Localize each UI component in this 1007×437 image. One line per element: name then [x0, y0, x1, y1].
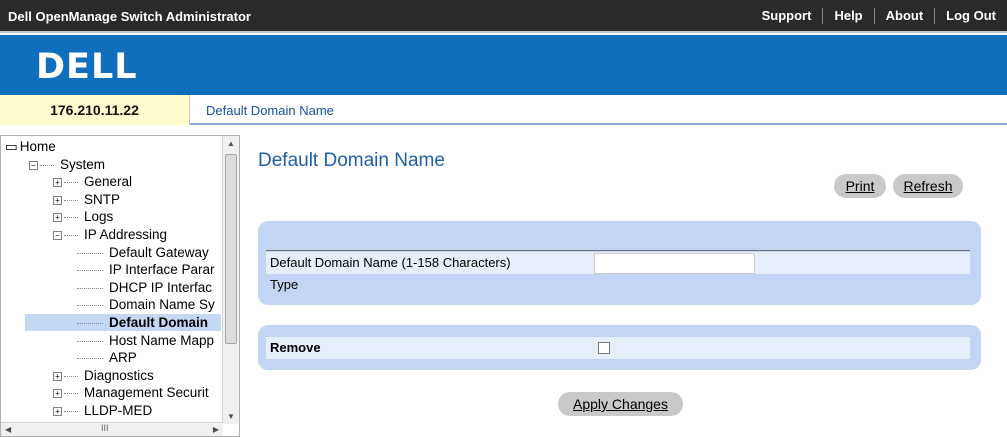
nav-item[interactable]: Default Gateway: [77, 244, 209, 261]
nav-item[interactable]: ▭ Home: [5, 138, 56, 155]
nav-item-label: Management Securit: [84, 385, 209, 401]
brand-banner: DELL: [0, 35, 1007, 95]
breadcrumb: Default Domain Name: [206, 103, 334, 118]
tree-connector: [77, 305, 103, 307]
expand-icon[interactable]: +: [53, 178, 62, 188]
page-title: Default Domain Name: [258, 150, 445, 171]
content-area: Default Domain Name Print Refresh Defaul…: [240, 135, 1007, 437]
nav-item-label: Domain Name Sy: [109, 297, 215, 313]
nav-item[interactable]: DHCP IP Interfac: [77, 279, 212, 296]
nav-item-label: Diagnostics: [84, 367, 154, 383]
tree-connector: [77, 287, 103, 289]
horizontal-scrollbar[interactable]: ◀ III ▶: [1, 422, 223, 436]
nav-item[interactable]: − IP Addressing: [53, 226, 167, 243]
print-button[interactable]: Print: [834, 174, 886, 198]
nav-item[interactable]: + Logs: [53, 208, 113, 225]
app-title: Dell OpenManage Switch Administrator: [8, 9, 251, 24]
nav-item-label: IP Interface Parar: [109, 262, 215, 278]
expand-icon[interactable]: +: [53, 389, 62, 399]
tree-connector: [77, 340, 103, 342]
device-ip: 176.210.11.22: [0, 95, 190, 125]
tree-connector: [77, 322, 103, 324]
panel-divider: [266, 250, 970, 251]
help-link[interactable]: Help: [822, 8, 873, 24]
tree-connector: [64, 217, 78, 219]
nav-item-label: LLDP-MED: [84, 403, 153, 418]
domain-name-input[interactable]: [594, 253, 755, 274]
nav-item-label: Default Gateway: [109, 244, 209, 260]
top-bar: Dell OpenManage Switch Administrator Sup…: [0, 0, 1007, 33]
tree-connector: [77, 252, 103, 254]
top-links: Support Help About Log Out: [751, 8, 1007, 24]
support-link[interactable]: Support: [751, 8, 823, 24]
nav-item[interactable]: Domain Name Sy: [77, 296, 215, 313]
nav-item[interactable]: Host Name Mapp: [77, 332, 214, 349]
nav-item[interactable]: + LLDP-MED: [53, 402, 152, 419]
scroll-down-icon[interactable]: ▼: [227, 412, 235, 421]
apply-changes-button[interactable]: Apply Changes: [558, 392, 683, 416]
scroll-grip: III: [101, 423, 109, 433]
remove-checkbox[interactable]: [598, 342, 610, 354]
nav-item-label: DHCP IP Interfac: [109, 279, 213, 295]
nav-item-label: General: [84, 174, 133, 190]
logout-link[interactable]: Log Out: [934, 8, 1007, 24]
nav-item-label: IP Addressing: [84, 227, 168, 242]
nav-item[interactable]: + Management Securit: [53, 384, 209, 401]
domain-settings-panel: Default Domain Name (1-158 Characters) T…: [258, 221, 981, 305]
tree-connector: [64, 199, 78, 201]
nav-tree-pane: ▭ Home − System + General + SNTP + Logs − IP Addres…: [0, 135, 240, 437]
nav-item-label: Default Domain: [109, 315, 209, 330]
expand-icon[interactable]: +: [53, 195, 62, 205]
nav-item-label: SNTP: [84, 191, 121, 207]
tree-connector: [77, 358, 103, 360]
device-bar: 176.210.11.22 Default Domain Name: [0, 95, 1007, 125]
nav-item[interactable]: IP Interface Parar: [77, 261, 215, 278]
nav-tree: ▭ Home − System + General + SNTP + Logs − IP Addres…: [1, 136, 223, 436]
expand-icon[interactable]: +: [53, 371, 62, 381]
scroll-up-icon[interactable]: ▲: [227, 139, 235, 148]
nav-item-label: Host Name Mapp: [109, 332, 215, 348]
nav-item-label: ARP: [109, 350, 137, 366]
domain-name-row: Default Domain Name (1-158 Characters): [266, 252, 970, 274]
nav-item[interactable]: + SNTP: [53, 191, 120, 208]
about-link[interactable]: About: [873, 8, 935, 24]
scroll-right-icon[interactable]: ▶: [213, 425, 219, 434]
nav-item[interactable]: + Diagnostics: [53, 367, 154, 384]
vertical-scrollbar[interactable]: ▲ ▼: [222, 136, 239, 424]
dell-logo: DELL: [36, 47, 138, 87]
remove-row: Remove: [266, 337, 970, 359]
scroll-left-icon[interactable]: ◀: [5, 425, 11, 434]
remove-panel: Remove: [258, 325, 981, 370]
nav-item-label: System: [60, 156, 106, 172]
tree-connector: [64, 393, 78, 395]
nav-item[interactable]: + General: [53, 173, 132, 190]
tree-connector: [77, 270, 103, 272]
type-label: Type: [270, 277, 299, 292]
nav-item[interactable]: Default Domain: [25, 314, 221, 331]
collapse-icon[interactable]: −: [53, 230, 62, 240]
tree-connector: [64, 182, 78, 184]
type-row: Type: [266, 274, 970, 296]
tree-connector: [64, 410, 78, 412]
remove-label: Remove: [270, 340, 321, 355]
tree-connector: [64, 375, 78, 377]
tree-connector: [64, 234, 78, 236]
nav-item-label: Home: [19, 139, 56, 154]
nav-item[interactable]: ARP: [77, 349, 137, 366]
scroll-thumb[interactable]: [225, 154, 237, 344]
expand-icon[interactable]: +: [53, 406, 62, 416]
collapse-icon[interactable]: −: [29, 160, 38, 170]
nav-item[interactable]: − System: [29, 156, 105, 173]
home-icon: ▭: [5, 139, 18, 154]
expand-icon[interactable]: +: [53, 213, 62, 223]
domain-name-label: Default Domain Name (1-158 Characters): [270, 255, 511, 270]
nav-item-label: Logs: [84, 209, 114, 225]
tree-connector: [40, 164, 54, 166]
refresh-button[interactable]: Refresh: [893, 174, 963, 198]
